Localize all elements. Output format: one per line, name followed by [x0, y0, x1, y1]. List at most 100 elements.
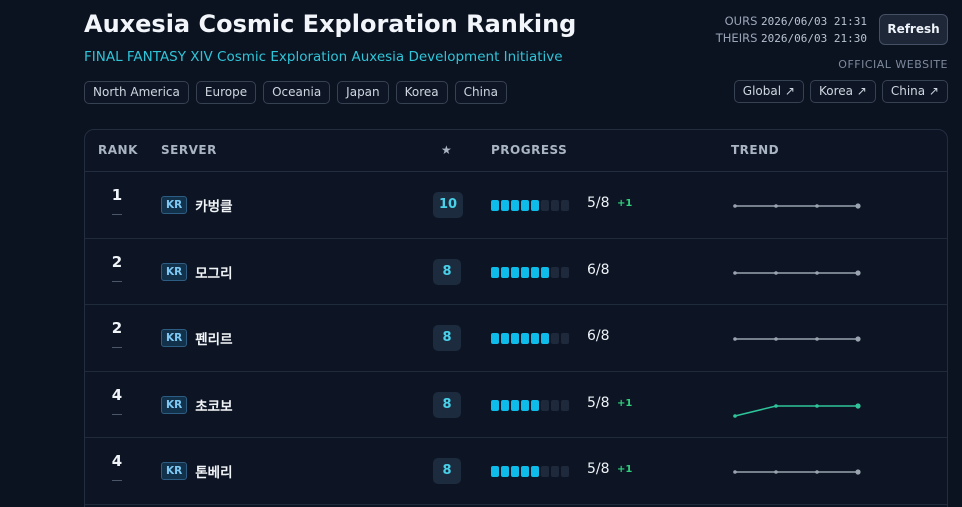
server-name[interactable]: 카벙클	[195, 195, 232, 215]
progress-segment	[561, 399, 569, 411]
ranking-page: Auxesia Cosmic Exploration Ranking FINAL…	[0, 0, 962, 507]
progress-text: 6/8	[587, 328, 610, 345]
trend-point	[774, 337, 778, 341]
table-header: RANK SERVER ★ PROGRESS TREND	[85, 130, 947, 172]
rank-value: 2	[111, 319, 123, 338]
theirs-time: 2026/06/03 21:30	[761, 32, 867, 45]
official-links: Global ↗ Korea ↗ China ↗	[733, 80, 948, 103]
progress-segment	[531, 466, 539, 478]
region-chip-china[interactable]: China	[454, 81, 507, 104]
trend-point	[774, 470, 778, 475]
server-cell: KR 톤베리	[161, 461, 233, 481]
trend-point	[815, 403, 819, 408]
region-filter: North America Europe Oceania Japan Korea…	[84, 81, 507, 104]
sync-timestamps: OURS 2026/06/03 21:31 THEIRS 2026/06/03 …	[716, 13, 867, 47]
table-row[interactable]: 4 — KR 초코보 8 5/8 +1	[85, 372, 947, 439]
star-icon[interactable]: ★	[441, 143, 452, 157]
trend-point	[815, 270, 819, 275]
progress-segment	[501, 266, 509, 278]
trend-point	[733, 204, 737, 208]
progress-segment	[511, 266, 519, 278]
progress-delta: +1	[617, 198, 633, 209]
trend-point	[855, 203, 861, 209]
progress-segment	[541, 466, 549, 478]
trend-point	[733, 337, 737, 341]
trend-sparkline	[733, 269, 861, 276]
progress-segment	[551, 399, 559, 411]
table-row[interactable]: 1 — KR 카벙클 10 5/8 +1	[85, 172, 947, 239]
progress-segment	[491, 399, 499, 411]
official-link-korea[interactable]: Korea ↗	[809, 80, 876, 103]
column-header-server[interactable]: SERVER	[161, 143, 217, 157]
progress-bar	[491, 466, 569, 478]
trend-point	[774, 204, 778, 208]
progress-text: 5/8	[587, 394, 610, 411]
trend-point	[815, 204, 819, 208]
trend-point	[815, 337, 819, 341]
region-chip-japan[interactable]: Japan	[337, 81, 389, 104]
region-chip-north-america[interactable]: North America	[84, 81, 189, 104]
ours-label: OURS	[724, 14, 758, 28]
trend-point	[774, 403, 778, 408]
rank-value: 4	[111, 452, 123, 471]
refresh-button[interactable]: Refresh	[879, 14, 948, 45]
progress-segment	[491, 333, 499, 345]
progress-segment	[521, 466, 529, 478]
progress-segment	[541, 266, 549, 278]
progress-segment	[541, 333, 549, 345]
table-row[interactable]: 2 — KR 모그리 8 6/8	[85, 239, 947, 306]
star-count: 8	[433, 258, 461, 285]
progress-segment	[491, 266, 499, 278]
progress-segment	[501, 200, 509, 211]
star-count: 8	[433, 391, 461, 418]
server-name[interactable]: 초코보	[195, 395, 232, 415]
region-badge: KR	[161, 262, 188, 281]
server-name[interactable]: 펜리르	[195, 328, 232, 348]
server-cell: KR 펜리르	[161, 328, 233, 348]
region-badge: KR	[161, 395, 188, 414]
progress-segment	[491, 200, 499, 211]
trend-point	[774, 270, 778, 275]
progress-segment	[531, 333, 539, 345]
progress-segment	[521, 266, 529, 278]
server-cell: KR 모그리	[161, 262, 233, 282]
progress-segment	[561, 200, 569, 211]
progress-segment	[541, 399, 549, 411]
progress-text: 6/8	[587, 261, 610, 278]
trend-point	[733, 270, 737, 275]
column-header-progress[interactable]: PROGRESS	[491, 143, 567, 157]
rank-change: —	[112, 413, 122, 415]
trend-sparkline	[733, 336, 861, 342]
progress-segment	[511, 200, 519, 211]
trend-point	[733, 413, 737, 418]
rank-change: —	[112, 280, 122, 282]
rank-change: —	[112, 480, 122, 482]
table-body: 1 — KR 카벙클 10 5/8 +1 2 — KR 모그리 8 6/8 2 — KR 펜리르 8 6/8 4 — KR…	[85, 172, 947, 505]
server-name[interactable]: 모그리	[195, 262, 232, 282]
table-row[interactable]: 2 — KR 펜리르 8 6/8	[85, 305, 947, 372]
region-chip-oceania[interactable]: Oceania	[263, 81, 331, 104]
progress-bar	[491, 333, 569, 345]
trend-sparkline	[733, 403, 861, 418]
star-count: 8	[433, 325, 461, 352]
official-link-global[interactable]: Global ↗	[733, 80, 804, 103]
progress-segment	[561, 266, 569, 278]
progress-segment	[511, 399, 519, 411]
column-header-trend[interactable]: TREND	[731, 143, 779, 157]
progress-segment	[531, 200, 539, 211]
server-cell: KR 초코보	[161, 395, 233, 415]
column-header-rank[interactable]: RANK	[98, 143, 138, 157]
rank-value: 1	[111, 186, 123, 204]
table-row[interactable]: 4 — KR 톤베리 8 5/8 +1	[85, 438, 947, 505]
trend-point	[855, 469, 861, 475]
page-subtitle: FINAL FANTASY XIV Cosmic Exploration Aux…	[84, 49, 563, 65]
rank-change: —	[112, 347, 122, 349]
server-cell: KR 카벙클	[161, 195, 233, 215]
progress-segment	[551, 266, 559, 278]
official-website-label: OFFICIAL WEBSITE	[838, 58, 948, 71]
server-name[interactable]: 톤베리	[195, 461, 232, 481]
official-link-china[interactable]: China ↗	[881, 80, 948, 103]
region-chip-korea[interactable]: Korea	[395, 81, 448, 104]
trend-sparkline	[733, 203, 861, 209]
region-chip-europe[interactable]: Europe	[195, 81, 257, 104]
